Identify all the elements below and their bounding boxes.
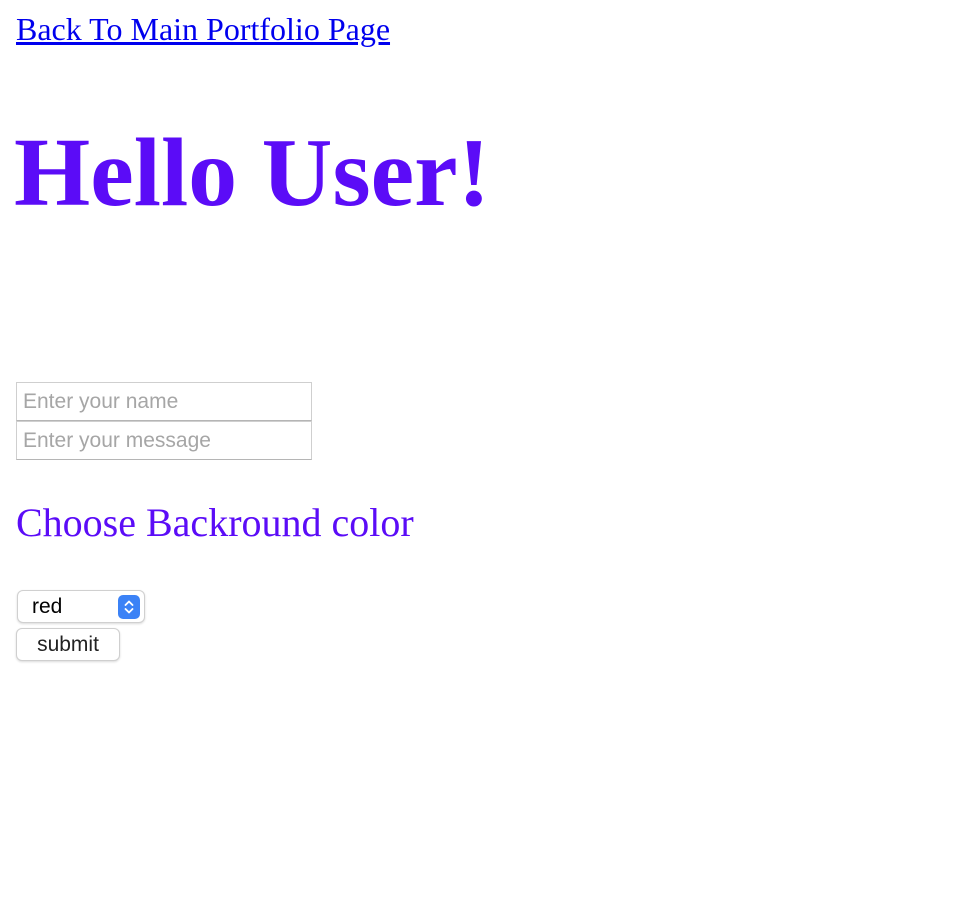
background-color-select[interactable]: red (17, 590, 145, 623)
submit-button[interactable]: submit (16, 628, 120, 661)
selected-color-value: red (32, 595, 63, 618)
page-title: Hello User! (14, 119, 491, 227)
name-input[interactable] (16, 382, 312, 421)
background-color-heading: Choose Backround color (16, 500, 414, 545)
message-input[interactable] (16, 421, 312, 460)
back-to-portfolio-link[interactable]: Back To Main Portfolio Page (16, 10, 390, 48)
chevron-up-down-icon (118, 595, 140, 619)
